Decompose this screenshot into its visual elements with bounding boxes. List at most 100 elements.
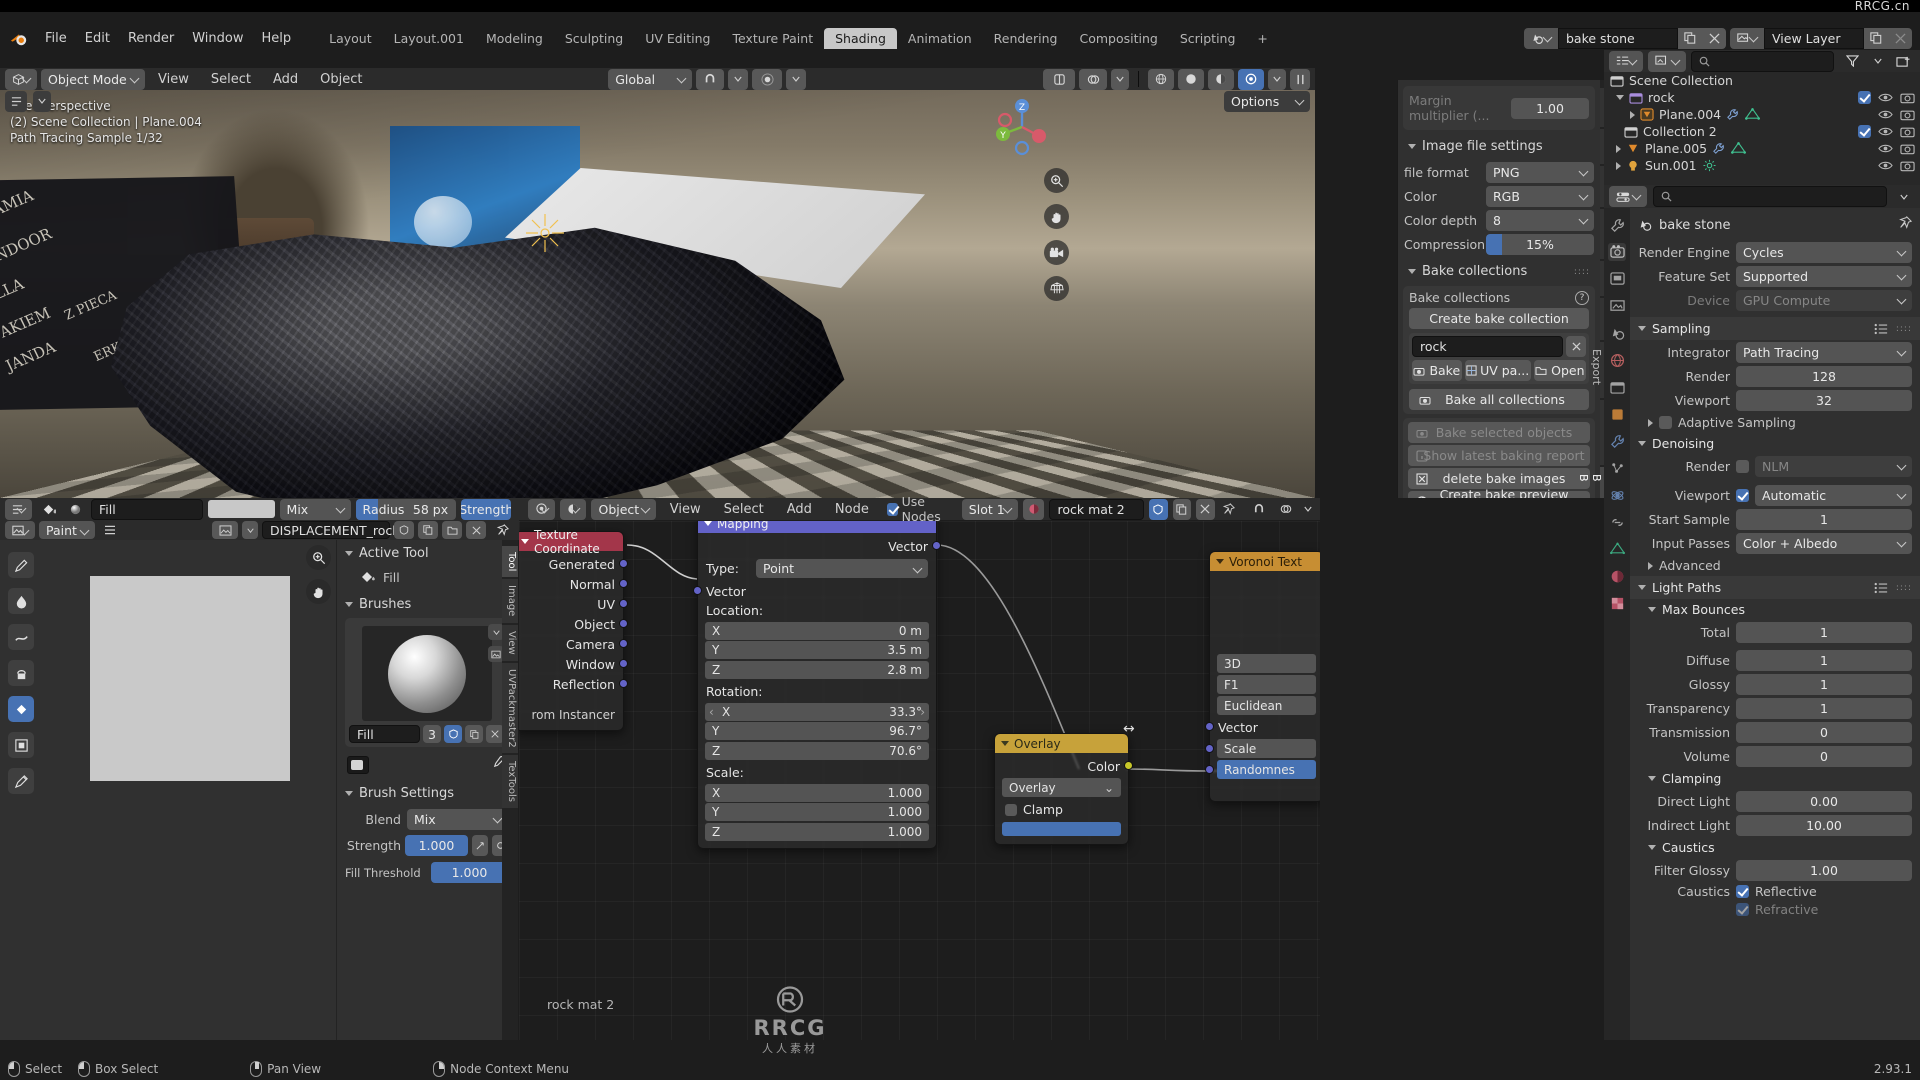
- material-name-field[interactable]: rock mat 2: [1049, 498, 1145, 520]
- node-voronoi-texture[interactable]: Voronoi Text 3D F1 Euclidean Vector Scal…: [1205, 551, 1320, 802]
- clamping-header[interactable]: Clamping: [1630, 768, 1920, 789]
- clamp-checkbox[interactable]: [1005, 803, 1017, 816]
- collection-clear-icon[interactable]: [1566, 336, 1586, 357]
- image-duplicate-icon[interactable]: [418, 521, 438, 539]
- socket-color-out[interactable]: Color: [995, 756, 1133, 776]
- location-z[interactable]: Z 2.8 m: [705, 660, 929, 679]
- proportional-falloff-icon[interactable]: [786, 68, 807, 90]
- node-mapping[interactable]: Mapping Vector Type: Point Vector Locati…: [693, 521, 941, 849]
- 3d-viewport[interactable]: AMIA NDOOR LLA AKIEM JANDA Z PIECA ERKI …: [0, 68, 1315, 498]
- viewport-options-icon[interactable]: [1290, 68, 1311, 90]
- shader-editor-type-icon[interactable]: [528, 498, 556, 520]
- hand-pan-icon[interactable]: [1044, 204, 1069, 229]
- ts-tab-uvpackmaster2[interactable]: UVPackmaster2: [502, 662, 518, 754]
- start-sample-value[interactable]: 1: [1736, 508, 1912, 530]
- zoom-icon[interactable]: [306, 545, 331, 570]
- eye-icon[interactable]: [1878, 142, 1893, 155]
- socket-dot[interactable]: [619, 579, 628, 588]
- tool-settings-icon[interactable]: [5, 498, 33, 520]
- properties-tab-constraints[interactable]: [1608, 513, 1626, 531]
- scale-x[interactable]: X 1.000: [705, 783, 929, 802]
- zoom-icon[interactable]: [1044, 168, 1069, 193]
- workspace-tab-animation[interactable]: Animation: [897, 28, 983, 49]
- soften-icon[interactable]: [8, 588, 34, 614]
- overlay-clamp-row[interactable]: Clamp: [995, 799, 1128, 820]
- scale-z[interactable]: Z 1.000: [705, 822, 929, 841]
- voronoi-dimension-dropdown[interactable]: 3D: [1217, 654, 1316, 673]
- input-passes-dropdown[interactable]: Color + Albedo: [1736, 532, 1912, 554]
- ts-tab-tool[interactable]: Tool: [502, 546, 518, 578]
- properties-editor[interactable]: bake stone Render Engine Cycles Feature …: [1604, 185, 1920, 1040]
- use-nodes-checkbox[interactable]: [886, 502, 898, 516]
- brush-sphere-icon[interactable]: [64, 499, 86, 520]
- annotate-icon[interactable]: [8, 768, 34, 794]
- menu-help[interactable]: Help: [253, 29, 301, 48]
- chevron-down-icon[interactable]: [1616, 95, 1624, 100]
- eye-icon[interactable]: [1878, 159, 1893, 172]
- material-preview-icon[interactable]: [1208, 68, 1235, 90]
- workspace-tab-layout-001[interactable]: Layout.001: [383, 28, 475, 49]
- properties-options-icon[interactable]: [1893, 186, 1915, 207]
- overlay-toggle-icon[interactable]: [1079, 68, 1108, 90]
- socket-camera[interactable]: Camera: [519, 634, 628, 654]
- color-depth-dropdown[interactable]: 8: [1486, 210, 1594, 231]
- outliner-row-rock[interactable]: rock: [1604, 89, 1920, 106]
- properties-tab-modifiers[interactable]: [1608, 432, 1626, 450]
- folder-icon[interactable]: [442, 521, 462, 539]
- adaptive-sampling-checkbox[interactable]: [1659, 416, 1672, 429]
- workspace-tab-layout[interactable]: Layout: [318, 28, 383, 49]
- direct-light-value[interactable]: 0.00: [1736, 790, 1912, 812]
- blend-mode-dropdown[interactable]: Mix: [279, 498, 351, 520]
- open-button[interactable]: Open: [1533, 360, 1586, 381]
- properties-tab-material[interactable]: [1608, 567, 1626, 585]
- properties-tab-texture[interactable]: [1608, 594, 1626, 612]
- socket-window[interactable]: Window: [519, 654, 628, 674]
- overlay-icon[interactable]: [1275, 499, 1297, 520]
- compression-slider[interactable]: 15%: [1486, 234, 1594, 255]
- scale-y[interactable]: Y 1.000: [705, 803, 929, 821]
- magnet-icon[interactable]: [696, 68, 725, 90]
- light-paths-section-header[interactable]: Light Paths ::::: [1630, 576, 1920, 599]
- overlay-blend-dropdown[interactable]: Overlay ⌄: [1002, 778, 1121, 797]
- scene-icon[interactable]: [1524, 27, 1558, 49]
- properties-tab-tool[interactable]: [1608, 216, 1626, 234]
- image-editor-type-icon[interactable]: [5, 521, 35, 539]
- workspace-tab-texture-paint[interactable]: Texture Paint: [721, 28, 824, 49]
- collection-checkbox[interactable]: [1858, 125, 1871, 138]
- viewport-menu-object[interactable]: Object: [311, 70, 371, 89]
- solid-icon[interactable]: [1178, 68, 1205, 90]
- radius-slider[interactable]: Radius 58 px: [355, 498, 457, 520]
- brush-color-row[interactable]: [337, 749, 516, 780]
- socket-dot[interactable]: [619, 639, 628, 648]
- node-header[interactable]: Texture Coordinate: [519, 528, 623, 556]
- fill-icon[interactable]: [8, 696, 34, 722]
- blender-logo-icon[interactable]: [8, 29, 30, 47]
- browse-image-icon[interactable]: [212, 521, 238, 539]
- sampling-render-value[interactable]: 128: [1736, 365, 1912, 387]
- viewport-menu-add[interactable]: Add: [264, 70, 307, 89]
- bounce-diffuse-value[interactable]: 1: [1736, 649, 1912, 671]
- device-dropdown[interactable]: GPU Compute: [1736, 289, 1912, 311]
- image-editor-sidebar[interactable]: Active Tool Fill Brushes Fill 3 Brush Se…: [336, 540, 516, 1040]
- brush-name-field[interactable]: Fill: [349, 725, 420, 743]
- brush-name-field[interactable]: Fill: [90, 498, 203, 520]
- socket-generated[interactable]: Generated: [519, 554, 628, 574]
- denoise-render-checkbox[interactable]: [1736, 459, 1749, 473]
- feature-set-dropdown[interactable]: Supported: [1736, 265, 1912, 287]
- denoise-viewport-checkbox[interactable]: [1736, 488, 1749, 502]
- socket-dot[interactable]: [619, 559, 628, 568]
- show-latest-baking-report-button[interactable]: Show latest baking report: [1408, 445, 1590, 466]
- file-format-dropdown[interactable]: PNG: [1486, 162, 1594, 183]
- overlay-dropdown-icon[interactable]: [1302, 499, 1315, 520]
- smear-icon[interactable]: [8, 624, 34, 650]
- drag-grip-icon[interactable]: ::::: [1896, 583, 1912, 593]
- shader-menu-select[interactable]: Select: [715, 500, 773, 519]
- tool-settings-icon[interactable]: [5, 90, 27, 112]
- socket-dot[interactable]: [1205, 722, 1214, 731]
- brushes-header[interactable]: Brushes: [337, 593, 516, 616]
- bake-button[interactable]: Bake: [1412, 360, 1462, 381]
- shading-dropdown-icon[interactable]: [1268, 68, 1287, 90]
- question-mark-icon[interactable]: ?: [1575, 290, 1589, 305]
- image-editor-toolbar[interactable]: [0, 542, 42, 1040]
- drag-grip-icon[interactable]: ::::: [1896, 324, 1912, 334]
